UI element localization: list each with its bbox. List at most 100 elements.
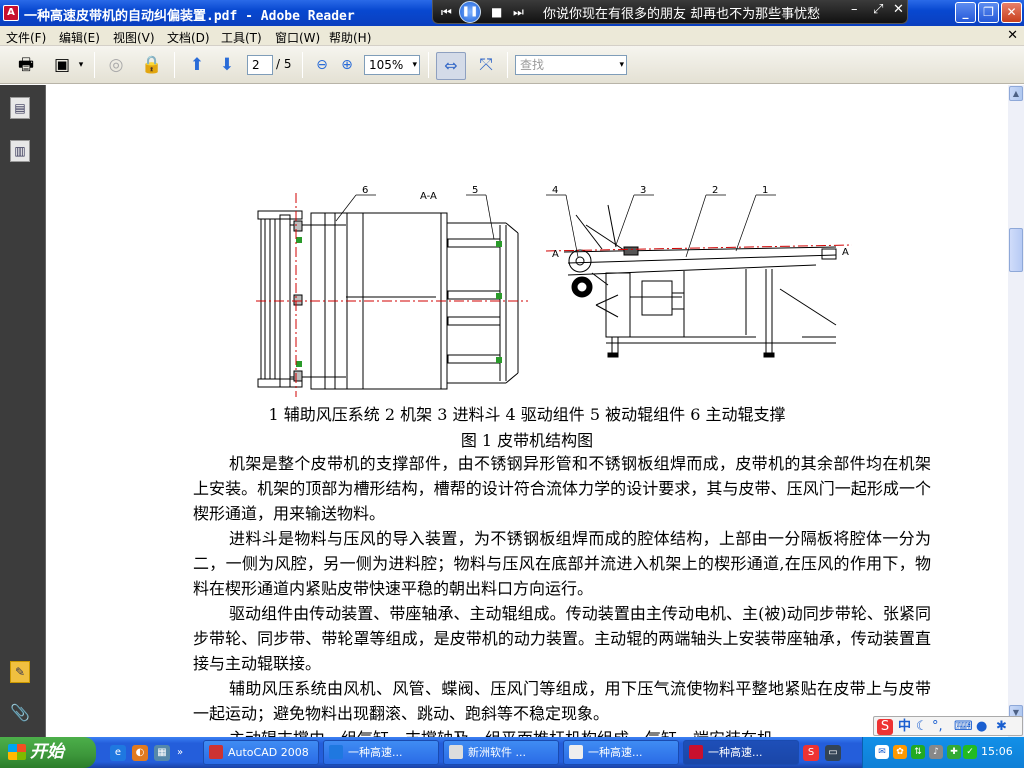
paragraph-frame: 机架是整个皮带机的支撑部件，由不锈钢异形管和不锈钢板组焊而成，皮带机的其余部件均… [193,454,931,523]
settings-icon[interactable]: ✱ [996,719,1007,735]
task-software[interactable]: 新洲软件 ... [443,740,559,765]
ime-mode[interactable]: 中 [898,719,911,735]
internet-explorer-icon[interactable]: e [110,745,126,761]
menu-bar: 文件(F) 编辑(E) 视图(V) 文档(D) 工具(T) 窗口(W) 帮助(H… [0,26,1024,46]
secure-icon[interactable]: 🔒 [140,53,164,77]
media-minimize-icon[interactable]: – [851,2,858,18]
adobe-reader-icon: A [3,5,19,21]
task-adobe-reader[interactable]: 一种高速... [683,740,799,765]
callout-4: 4 [552,185,558,196]
window-title: 一种高速皮带机的自动纠偏装置.pdf - Adobe Reader [24,9,355,24]
media-expand-icon[interactable]: ⤢ [873,2,883,18]
page-count: / 5 [276,57,292,71]
attachments-icon[interactable]: 📎 [10,703,30,725]
autocad-icon [209,745,223,759]
menu-file[interactable]: 文件(F) [6,29,46,46]
section-label: A-A [420,191,437,202]
ime-toolbar[interactable]: S 中 ☾ °, ⌨ ● ✱ [873,716,1023,736]
comments-icon[interactable]: ✎ [10,661,30,683]
document-page[interactable]: 6 A-A 5 4 3 2 1 A A 1 辅助风压系统 2 机架 3 进料斗 … [45,85,1008,737]
menu-help[interactable]: 帮助(H) [329,29,371,46]
belt-machine-drawing: 6 A-A 5 4 3 2 1 A A [256,185,853,397]
volume-icon[interactable]: ♪ [929,745,943,759]
search-input[interactable]: 查找 ▾ [515,55,627,75]
minimize-button[interactable]: _ [955,2,976,23]
restore-button[interactable]: ❐ [978,2,999,23]
start-label: 开始 [30,742,64,762]
vertical-scrollbar[interactable]: ▲ ▼ [1008,85,1024,737]
task-browser[interactable]: 一种高速... [323,740,439,765]
chat-icon[interactable]: ✉ [875,745,889,759]
menu-document[interactable]: 文档(D) [167,29,210,46]
elevation-view [545,204,853,358]
fit-width-icon[interactable]: ⤧ [474,53,498,77]
fit-page-button[interactable]: ⇔ [436,52,466,80]
ie-icon [329,745,343,759]
task-label: 新洲软件 ... [468,746,526,759]
next-track-icon[interactable]: ⏭ [513,4,524,20]
document-icon [569,745,583,759]
previous-track-icon[interactable]: ⏮ [441,4,452,20]
zoom-select[interactable]: 105% ▾ [364,55,420,75]
figure-legend: 1 辅助风压系统 2 机架 3 进料斗 4 驱动组件 5 被动辊组件 6 主动辊… [268,405,786,424]
color-icon[interactable]: ✿ [893,745,907,759]
moon-icon[interactable]: ☾ [916,719,928,735]
bookmarks-icon[interactable]: ▥ [10,140,30,162]
network-icon[interactable]: ⇅ [911,745,925,759]
punctuation-icon[interactable]: °, [932,719,943,735]
search-dropdown-icon[interactable]: ▾ [619,56,624,74]
system-tray: ✉ ✿ ⇅ ♪ ✚ ✓ 15:06 [862,737,1024,768]
menu-tools[interactable]: 工具(T) [221,29,262,46]
quicklaunch-app-icon[interactable]: ◐ [132,745,148,761]
quicklaunch-more-icon[interactable]: » [176,745,184,761]
security-icon[interactable]: ✚ [947,745,961,759]
share-icon[interactable]: ▣ [50,53,74,77]
scroll-thumb[interactable] [1009,228,1023,272]
zoom-in-icon[interactable]: ⊕ [335,53,359,77]
collaborate-icon[interactable]: ◎ [104,53,128,77]
stop-icon[interactable]: ■ [491,4,502,20]
drawing-labels: 6 A-A 5 4 3 2 1 A A [362,185,849,260]
pages-icon[interactable]: ▤ [10,97,30,119]
task-document[interactable]: 一种高速... [563,740,679,765]
print-icon[interactable]: 🖶 [14,53,38,77]
document-close-icon[interactable]: ✕ [1007,28,1018,43]
taskbar: 开始 e ◐ ▦ » AutoCAD 2008 一种高速... 新洲软件 ...… [0,737,1024,768]
task-autocad[interactable]: AutoCAD 2008 [203,740,319,765]
search-placeholder: 查找 [520,58,545,72]
paragraph-drive-assembly: 驱动组件由传动装置、带座轴承、主动辊组成。传动装置由主传动电机、主(被)动同步带… [193,604,931,673]
task-label: 一种高速... [348,746,403,759]
adobe-reader-icon [689,745,703,759]
task-label: AutoCAD 2008 [228,746,309,759]
screen-icon[interactable]: ▭ [825,745,841,761]
page-number-input[interactable]: 2 [247,55,273,75]
sogou-tray-icon[interactable]: S [803,745,819,761]
title-bar[interactable]: A 一种高速皮带机的自动纠偏装置.pdf - Adobe Reader ⏮ ❚❚… [0,0,1024,26]
paragraph-feed-hopper: 进料斗是物料与压风的导入装置，为不锈钢板组焊而成的腔体结构，上部由一分隔板将腔体… [193,529,931,598]
previous-page-icon[interactable]: ⬆ [185,53,209,77]
sogou-icon[interactable]: S [877,719,893,735]
show-desktop-icon[interactable]: ▦ [154,745,170,761]
close-button[interactable]: ✕ [1001,2,1022,23]
shield-icon[interactable]: ✓ [963,745,977,759]
media-close-icon[interactable]: ✕ [893,2,904,18]
paragraph-air-pressure: 辅助风压系统由风机、风管、蝶阀、压风门等组成，用下压气流使物料平整地紧贴在皮带上… [193,679,931,723]
user-icon[interactable]: ● [976,719,987,735]
section-view [256,193,528,397]
zoom-out-icon[interactable]: ⊖ [310,53,334,77]
pause-icon[interactable]: ❚❚ [459,1,481,23]
window-icon [449,745,463,759]
menu-edit[interactable]: 编辑(E) [59,29,100,46]
share-dropdown-icon[interactable]: ▾ [76,53,86,77]
menu-window[interactable]: 窗口(W) [275,29,320,46]
next-page-icon[interactable]: ⬇ [215,53,239,77]
section-mark-left: A [552,249,559,260]
start-button[interactable]: 开始 [0,737,96,768]
song-title: 你说你现在有很多的朋友 却再也不为那些事忧愁 [543,7,821,22]
scroll-up-icon[interactable]: ▲ [1009,86,1023,101]
menu-view[interactable]: 视图(V) [113,29,155,46]
zoom-dropdown-icon[interactable]: ▾ [412,56,417,74]
task-label: 一种高速... [588,746,643,759]
callout-3: 3 [640,185,646,196]
keyboard-icon[interactable]: ⌨ [954,719,973,735]
